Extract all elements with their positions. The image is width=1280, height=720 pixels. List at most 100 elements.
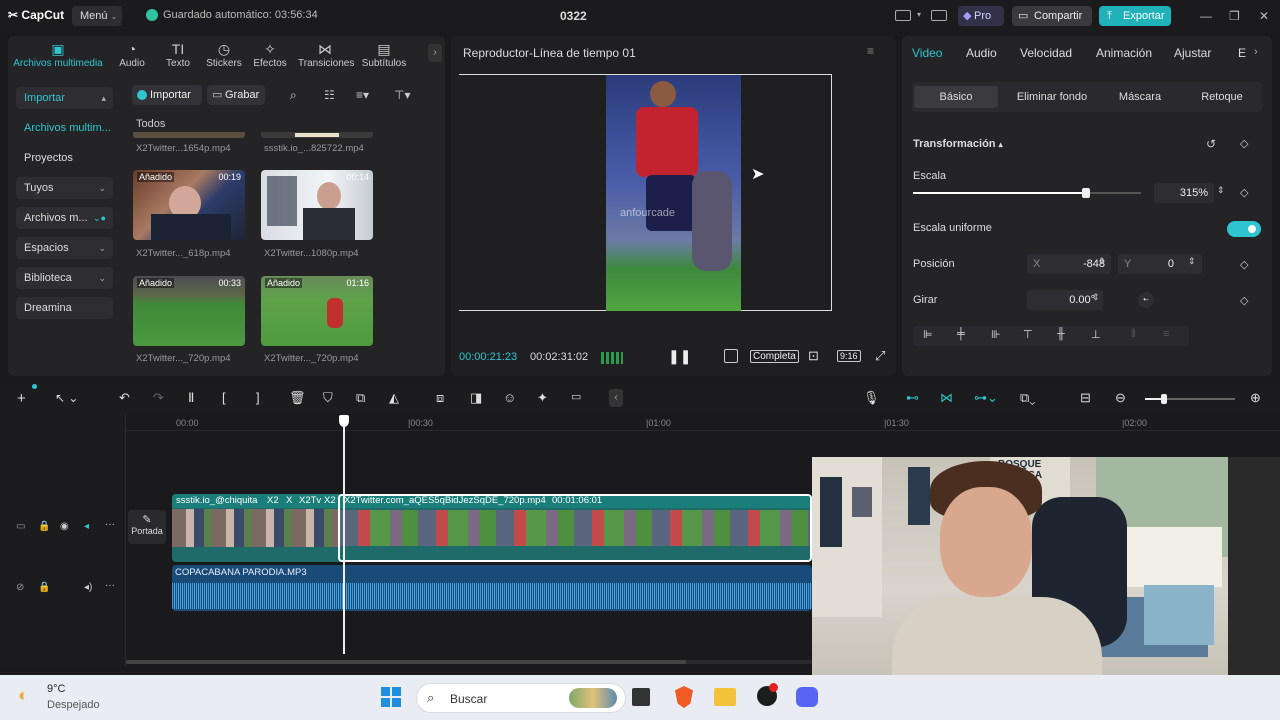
discord-icon[interactable]: [796, 687, 818, 707]
more-icon[interactable]: ···: [105, 519, 115, 530]
distribute-h-icon[interactable]: ⫴: [1131, 328, 1136, 341]
maximize-icon[interactable]: ❐: [1229, 9, 1240, 23]
sort-icon[interactable]: ≡▾: [356, 88, 369, 102]
sidebar-item-files[interactable]: Archivos m... ⌄●: [16, 207, 113, 229]
ratio-button[interactable]: 9:16: [837, 350, 861, 362]
preview-axis-icon[interactable]: ⧉⌄: [1020, 390, 1035, 406]
reset-icon[interactable]: ↺: [1206, 137, 1216, 151]
layout-dropdown-icon[interactable]: ▾: [917, 10, 921, 19]
rotate-dial-icon[interactable]: •-: [1138, 292, 1154, 308]
speed-icon[interactable]: ◭: [389, 390, 399, 406]
trim-left-icon[interactable]: [: [222, 390, 226, 405]
split-icon[interactable]: Ⅱ: [188, 390, 194, 406]
scale-slider[interactable]: [913, 188, 1141, 198]
more-icon[interactable]: ···: [105, 580, 115, 591]
tab-animation[interactable]: Animación: [1096, 46, 1152, 60]
keyframe-icon[interactable]: ◇: [1240, 294, 1248, 307]
focus-icon[interactable]: ⊡: [808, 348, 819, 364]
tab-adjust[interactable]: Ajustar: [1174, 46, 1211, 60]
sidebar-item-library[interactable]: Biblioteca ⌄: [16, 267, 113, 289]
crop-icon[interactable]: ⧉: [356, 390, 365, 406]
replace-icon[interactable]: ⧈: [436, 390, 444, 406]
link-icon[interactable]: ⊷: [906, 390, 919, 406]
tab-more[interactable]: E: [1238, 46, 1246, 60]
visibility-icon[interactable]: ◉: [60, 521, 69, 532]
thumb-partial[interactable]: [133, 132, 245, 138]
scale-slider-knob[interactable]: [1082, 188, 1091, 198]
subtab-remove-bg[interactable]: Eliminar fondo: [1004, 86, 1100, 108]
zoom-in-icon[interactable]: ⊕: [1250, 390, 1261, 406]
zoom-slider[interactable]: [1145, 394, 1235, 404]
sidebar-item-import[interactable]: Importar ▴: [16, 87, 113, 109]
align-top-icon[interactable]: ⊤: [1023, 328, 1033, 341]
sidebar-item-dreamina[interactable]: Dreamina: [16, 297, 113, 319]
delete-icon[interactable]: 🗑: [289, 390, 306, 406]
track-video-icon[interactable]: ▭: [16, 521, 25, 532]
weather-desc[interactable]: Despejado: [47, 699, 100, 711]
funnel-icon[interactable]: ⊤▾: [394, 88, 410, 102]
layout-icon[interactable]: [895, 10, 911, 21]
search-icon[interactable]: ⌕: [290, 88, 297, 103]
subtab-retouch[interactable]: Retoque: [1182, 86, 1262, 108]
keyframe-icon[interactable]: ◇: [1240, 137, 1248, 150]
lock-icon[interactable]: 🔒: [38, 521, 50, 532]
brave-icon[interactable]: [675, 686, 693, 708]
remove-bg-icon[interactable]: ☺: [503, 390, 516, 405]
import-button[interactable]: Importar: [132, 85, 202, 105]
align-bottom-icon[interactable]: ⊥: [1091, 328, 1101, 341]
section-title[interactable]: Transformación ▴: [913, 138, 1003, 150]
start-icon[interactable]: [381, 687, 401, 707]
player-menu-icon[interactable]: ≡: [867, 44, 874, 58]
cover-button[interactable]: ✎ Portada: [128, 510, 166, 544]
share-button[interactable]: ▭ Compartir: [1012, 6, 1092, 26]
folder-icon[interactable]: [714, 688, 736, 706]
tab-subtitles[interactable]: ▤ Subtítulos: [357, 40, 411, 69]
export-button[interactable]: ⤒ Exportar: [1099, 6, 1171, 26]
zoom-out-icon[interactable]: ⊖: [1115, 390, 1126, 406]
tab-speed[interactable]: Velocidad: [1020, 46, 1072, 60]
microphone-icon[interactable]: 🎙: [863, 390, 880, 406]
snap-icon[interactable]: ⊶⌄: [974, 390, 998, 406]
trim-right-icon[interactable]: ]: [256, 390, 260, 405]
video-track[interactable]: ssstik.io_@chiquita X2 X X2Tv X2 X2Twitt…: [172, 494, 812, 562]
mute-icon[interactable]: ◂: [84, 521, 89, 532]
capcut-task-icon[interactable]: [757, 683, 778, 706]
magnet-icon[interactable]: ⋈: [940, 390, 953, 406]
audio-clip[interactable]: COPACABANA PARODIA.MP3: [172, 565, 812, 611]
distribute-v-icon[interactable]: ≡: [1163, 328, 1169, 340]
tab-media[interactable]: ▣ Archivos multimedia: [10, 40, 106, 69]
volume-icon[interactable]: ◂): [84, 582, 92, 593]
uniform-scale-toggle[interactable]: [1227, 221, 1261, 237]
stepper-icon[interactable]: ⇕: [1188, 256, 1196, 267]
tab-transitions[interactable]: ⋈ Transiciones: [298, 40, 354, 69]
shortcuts-icon[interactable]: [931, 10, 947, 21]
pro-button[interactable]: ◆ Pro: [958, 6, 1004, 26]
pause-icon[interactable]: ❚❚: [668, 348, 691, 365]
scale-input[interactable]: 315%: [1154, 183, 1214, 203]
close-icon[interactable]: ✕: [1259, 9, 1269, 23]
magic-icon[interactable]: ✦: [537, 390, 548, 406]
quality-button[interactable]: Completa: [750, 350, 799, 363]
filter-icon[interactable]: ☷: [324, 88, 335, 102]
align-center-v-icon[interactable]: ╫: [1057, 328, 1065, 340]
weather-temp[interactable]: 9°C: [47, 683, 65, 695]
sidebar-item-yours[interactable]: Tuyos ⌄: [16, 177, 113, 199]
subtab-mask[interactable]: Máscara: [1100, 86, 1180, 108]
media-thumbnail[interactable]: Añadido 01:16: [261, 276, 373, 346]
tab-audio[interactable]: Audio: [966, 46, 997, 60]
sidebar-item-media-files[interactable]: Archivos multim...: [16, 117, 113, 139]
menu-button[interactable]: Menú ⌄: [72, 6, 122, 26]
keyframe-icon[interactable]: ◇: [1240, 258, 1248, 271]
taskbar-search[interactable]: ⌕ Buscar: [416, 683, 626, 713]
media-thumbnail[interactable]: 00:14: [261, 170, 373, 240]
add-track-icon[interactable]: +: [17, 390, 26, 407]
tabs-scroll-right-icon[interactable]: ›: [1254, 46, 1258, 58]
select-tool-icon[interactable]: ↖ ⌄: [55, 391, 78, 405]
caption-icon[interactable]: ⊟: [1080, 390, 1091, 406]
align-right-icon[interactable]: ⊪: [991, 328, 1001, 341]
mirror-icon[interactable]: ◨: [470, 390, 482, 406]
tab-video[interactable]: Video: [912, 46, 942, 60]
collapse-icon[interactable]: ‹: [609, 389, 623, 407]
undo-icon[interactable]: ↶: [119, 390, 130, 406]
weather-icon[interactable]: ◐: [18, 685, 29, 706]
